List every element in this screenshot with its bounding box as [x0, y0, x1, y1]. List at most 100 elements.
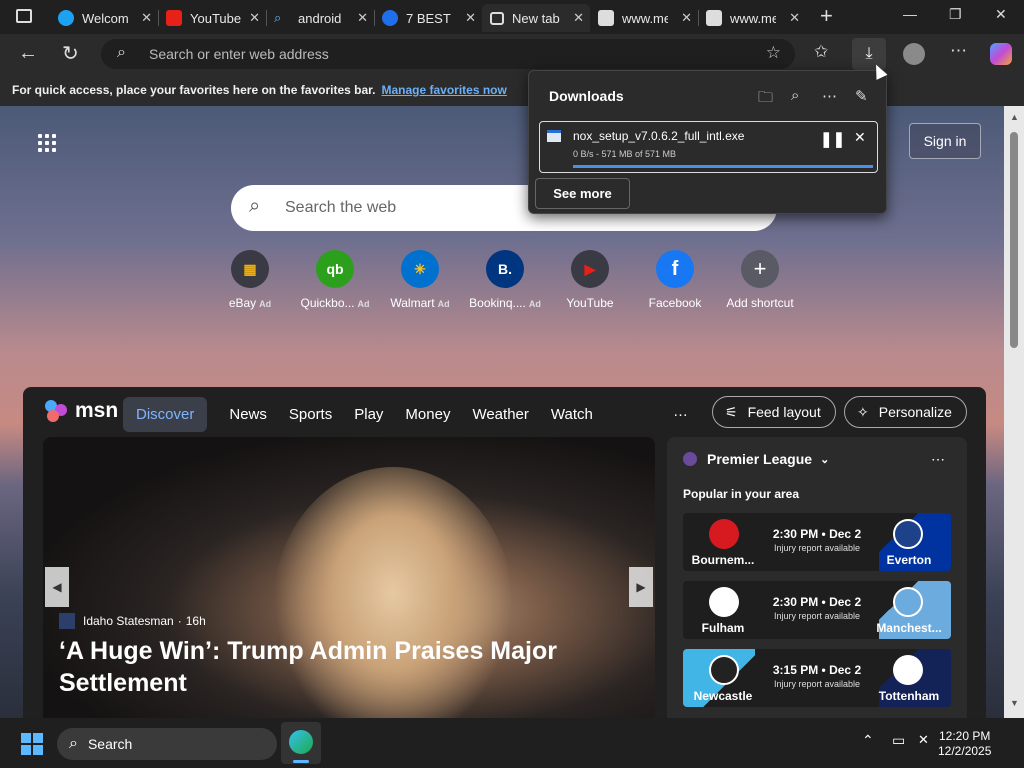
site-icon — [382, 10, 398, 26]
shortcut-ebay[interactable]: ▦ eBay Ad — [210, 250, 290, 310]
story-source: Idaho Statesman · 16h — [59, 613, 206, 629]
chevron-up-icon[interactable]: ⌃ — [862, 732, 874, 749]
story-title[interactable]: ‘A Huge Win’: Trump Admin Praises Major … — [59, 635, 579, 699]
download-progress-text: 0 B/s - 571 MB of 571 MB — [573, 149, 677, 159]
tab-www-2[interactable]: www.me ✕ — [698, 4, 806, 32]
match-row[interactable]: Bournem... 2:30 PM • Dec 2 Injury report … — [683, 513, 951, 571]
shortcut-quickbooks[interactable]: qb Quickbo... Ad — [295, 250, 375, 310]
volume-muted-icon[interactable]: ✕ — [918, 732, 929, 748]
nav-money[interactable]: Money — [405, 406, 450, 423]
chevron-down-icon: ⌄ — [820, 453, 830, 466]
close-tab-icon[interactable]: ✕ — [249, 10, 260, 26]
next-story-icon[interactable]: ▶ — [629, 567, 653, 607]
close-tab-icon[interactable]: ✕ — [357, 10, 368, 26]
sign-in-button[interactable]: Sign in — [909, 123, 981, 159]
tab-welcome[interactable]: Welcome ✕ — [50, 4, 158, 32]
favorites-icon[interactable]: ✩ — [814, 42, 828, 62]
taskbar-clock[interactable]: 12:20 PM 12/2/2025 — [938, 729, 991, 759]
feed-layout-button[interactable]: ⚟ Feed layout — [712, 396, 836, 428]
tab-youtube[interactable]: YouTube ✕ — [158, 4, 266, 32]
refresh-icon[interactable]: ↻ — [62, 41, 79, 66]
newcastle-crest-icon — [709, 655, 739, 685]
search-icon: ⌕ — [69, 735, 78, 752]
add-favorite-icon[interactable]: ☆ — [766, 43, 781, 63]
story-age: 16h — [185, 614, 206, 628]
close-tab-icon[interactable]: ✕ — [789, 10, 800, 26]
shortcut-add[interactable]: + Add shortcut — [720, 250, 800, 310]
taskbar-edge-button[interactable] — [281, 722, 321, 764]
downloads-flyout: Downloads 🗀 ⌕ ⋯ ✎ nox_setup_v7.0.6.2_ful… — [528, 70, 887, 214]
personalize-button[interactable]: ✧ Personalize — [844, 396, 967, 428]
nav-weather[interactable]: Weather — [472, 406, 528, 423]
more-options-icon[interactable]: ⋯ — [822, 87, 837, 105]
hero-story-card[interactable]: ◀ ▶ Idaho Statesman · 16h ‘A Huge Win’: … — [43, 437, 655, 718]
address-bar[interactable]: ⌕ Search or enter web address ☆ — [101, 39, 795, 69]
close-tab-icon[interactable]: ✕ — [573, 10, 584, 26]
search-icon: ⌕ — [117, 44, 126, 61]
shortcut-facebook[interactable]: f Facebook — [635, 250, 715, 310]
facebook-icon: f — [656, 250, 694, 288]
windows-start-icon[interactable] — [21, 733, 43, 755]
see-more-button[interactable]: See more — [535, 178, 630, 209]
nav-sports[interactable]: Sports — [289, 406, 332, 423]
minimize-icon[interactable]: — — [903, 6, 917, 22]
search-icon: ⌕ — [249, 195, 261, 217]
booking-icon: B. — [486, 250, 524, 288]
tab-actions-icon[interactable] — [16, 9, 32, 23]
nav-discover[interactable]: Discover — [123, 396, 208, 432]
sparkle-icon: ✧ — [857, 403, 869, 420]
fulham-crest-icon — [709, 587, 739, 617]
scroll-down-icon[interactable]: ▼ — [1010, 698, 1019, 708]
nav-play[interactable]: Play — [354, 406, 383, 423]
taskbar-search[interactable]: ⌕ Search — [57, 728, 277, 760]
close-tab-icon[interactable]: ✕ — [681, 10, 692, 26]
pause-icon[interactable]: ❚❚ — [820, 130, 845, 148]
bournemouth-crest-icon — [709, 519, 739, 549]
league-selector[interactable]: Premier League ⌄ — [683, 451, 829, 467]
edge-icon — [58, 10, 74, 26]
shortcut-youtube[interactable]: ▶ YouTube — [550, 250, 630, 310]
restore-icon[interactable]: ❐ — [949, 6, 962, 23]
manage-favorites-link[interactable]: Manage favorites now — [381, 83, 506, 97]
copilot-icon[interactable] — [990, 43, 1012, 65]
more-options-icon[interactable]: ⋯ — [950, 41, 967, 61]
tab-www-1[interactable]: www.me ✕ — [590, 4, 698, 32]
card-more-icon[interactable]: ⋯ — [931, 451, 945, 468]
shortcut-walmart[interactable]: ✳ Walmart Ad — [380, 250, 460, 310]
apps-launcher-icon[interactable] — [38, 134, 58, 154]
tab-new-tab[interactable]: New tab ✕ — [482, 4, 590, 32]
edge-icon — [289, 730, 313, 754]
match-row[interactable]: Fulham 2:30 PM • Dec 2 Injury report avai… — [683, 581, 951, 639]
scroll-up-icon[interactable]: ▲ — [1010, 112, 1019, 122]
nav-watch[interactable]: Watch — [551, 406, 593, 423]
pin-icon[interactable]: ✎ — [855, 87, 868, 105]
new-tab-plus-icon[interactable]: + — [820, 3, 833, 29]
address-placeholder: Search or enter web address — [149, 46, 329, 62]
download-item[interactable]: nox_setup_v7.0.6.2_full_intl.exe 0 B/s -… — [539, 121, 878, 173]
quickbooks-icon: qb — [316, 250, 354, 288]
page-icon — [706, 10, 722, 26]
cancel-download-icon[interactable]: ✕ — [854, 129, 866, 146]
open-folder-icon[interactable]: 🗀 — [758, 87, 773, 112]
close-tab-icon[interactable]: ✕ — [141, 10, 152, 26]
tottenham-crest-icon — [893, 655, 923, 685]
page-scrollbar[interactable]: ▲ ▼ — [1004, 106, 1024, 718]
publisher-logo-icon — [59, 613, 75, 629]
walmart-icon: ✳ — [401, 250, 439, 288]
close-tab-icon[interactable]: ✕ — [465, 10, 476, 26]
msn-butterfly-icon — [45, 400, 71, 422]
msn-logo[interactable]: msn — [45, 399, 118, 423]
previous-story-icon[interactable]: ◀ — [45, 567, 69, 607]
profile-avatar[interactable] — [903, 43, 925, 65]
nav-more-icon[interactable]: … — [673, 403, 688, 420]
tab-android[interactable]: ⌕ android ✕ — [266, 4, 374, 32]
network-icon[interactable]: ▭ — [892, 732, 905, 749]
close-window-icon[interactable]: ✕ — [995, 6, 1007, 23]
match-row[interactable]: Newcastle 3:15 PM • Dec 2 Injury report a… — [683, 649, 951, 707]
nav-news[interactable]: News — [229, 406, 267, 423]
tab-7-best[interactable]: 7 BEST A ✕ — [374, 4, 482, 32]
search-downloads-icon[interactable]: ⌕ — [791, 87, 799, 104]
shortcut-booking[interactable]: B. Bookinq.... Ad — [465, 250, 545, 310]
back-icon[interactable]: ← — [18, 42, 38, 65]
scrollbar-thumb[interactable] — [1010, 132, 1018, 348]
